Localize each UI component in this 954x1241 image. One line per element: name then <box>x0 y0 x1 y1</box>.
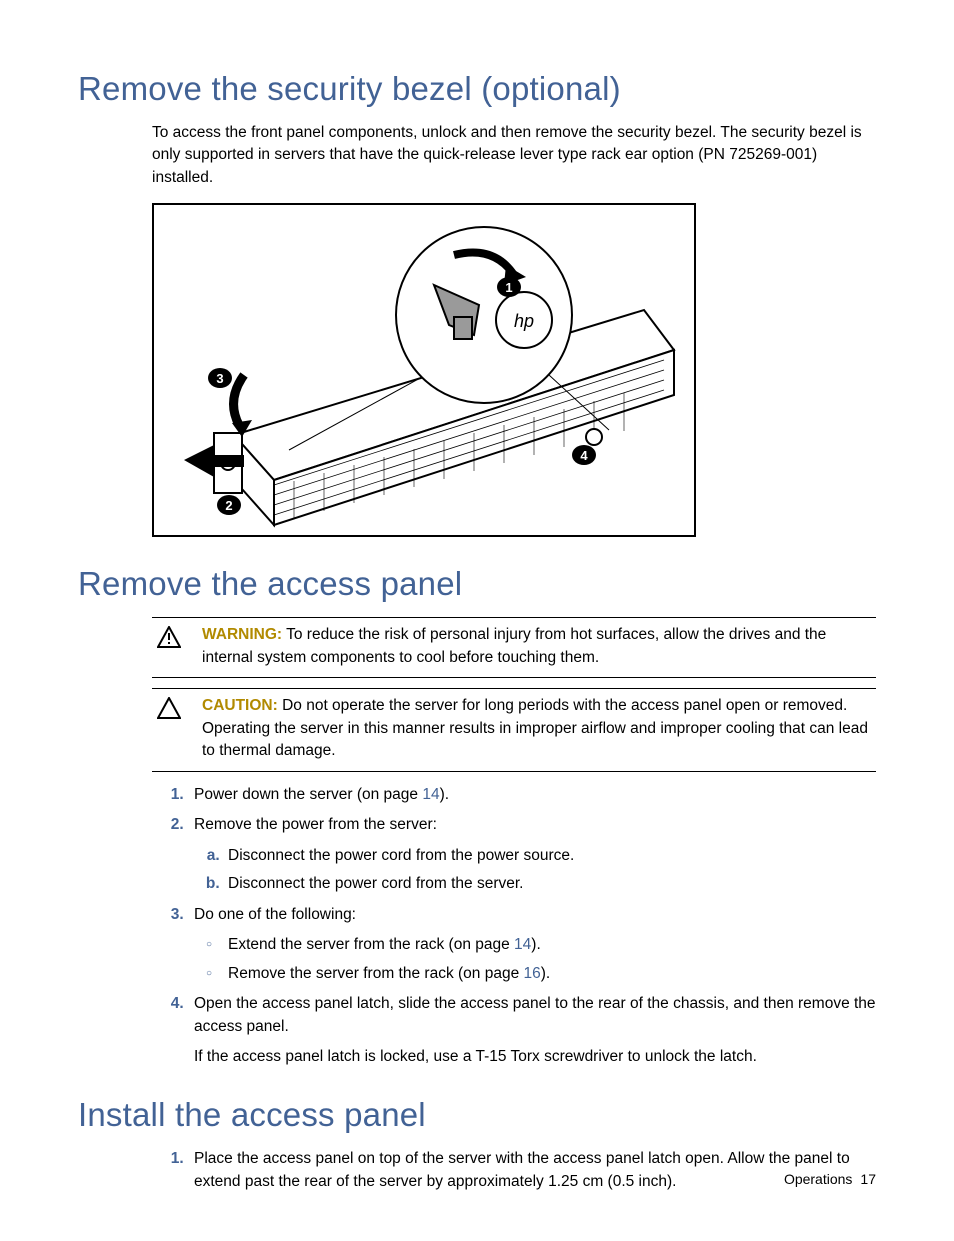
caution-text: CAUTION: Do not operate the server for l… <box>202 695 876 762</box>
step-2b: Disconnect the power cord from the serve… <box>224 873 876 895</box>
footer-page-number: 17 <box>860 1171 876 1187</box>
step-1: Power down the server (on page 14). <box>188 784 876 806</box>
heading-remove-access-panel: Remove the access panel <box>78 565 876 603</box>
document-page: Remove the security bezel (optional) To … <box>0 0 954 1241</box>
svg-text:2: 2 <box>225 498 232 513</box>
substeps-2: Disconnect the power cord from the power… <box>194 845 876 896</box>
page-link-14b[interactable]: 14 <box>514 936 531 953</box>
step-3-opt2: Remove the server from the rack (on page… <box>224 963 876 985</box>
page-link-14a[interactable]: 14 <box>422 786 439 803</box>
step-2a: Disconnect the power cord from the power… <box>224 845 876 867</box>
svg-text:1: 1 <box>505 280 512 295</box>
paragraph-bezel-intro: To access the front panel components, un… <box>152 122 876 189</box>
step-4-note: If the access panel latch is locked, use… <box>194 1046 876 1068</box>
steps-install-access-panel: Place the access panel on top of the ser… <box>152 1148 876 1193</box>
svg-text:4: 4 <box>580 448 588 463</box>
options-3: Extend the server from the rack (on page… <box>194 934 876 985</box>
footer-section: Operations <box>784 1171 852 1187</box>
step-3-opt1: Extend the server from the rack (on page… <box>224 934 876 956</box>
caution-label: CAUTION: <box>202 697 278 714</box>
page-link-16[interactable]: 16 <box>524 965 541 982</box>
caution-icon <box>152 695 186 762</box>
bezel-diagram-svg: hp 1 2 3 <box>154 205 694 535</box>
warning-icon <box>152 624 186 669</box>
page-footer: Operations 17 <box>784 1171 876 1187</box>
step-2: Remove the power from the server: Discon… <box>188 814 876 895</box>
hp-logo-text: hp <box>514 311 534 331</box>
steps-remove-access-panel: Power down the server (on page 14). Remo… <box>152 784 876 1069</box>
install-step-1: Place the access panel on top of the ser… <box>188 1148 876 1193</box>
warning-text: WARNING: To reduce the risk of personal … <box>202 624 876 669</box>
step-3: Do one of the following: Extend the serv… <box>188 904 876 985</box>
callout-1: 1 <box>497 277 521 297</box>
warning-label: WARNING: <box>202 626 282 643</box>
heading-remove-security-bezel: Remove the security bezel (optional) <box>78 70 876 108</box>
step-4: Open the access panel latch, slide the a… <box>188 993 876 1068</box>
figure-security-bezel: hp 1 2 3 <box>152 203 696 537</box>
heading-install-access-panel: Install the access panel <box>78 1096 876 1134</box>
caution-body: Do not operate the server for long perio… <box>202 697 868 759</box>
callout-3: 3 <box>208 368 232 388</box>
callout-4: 4 <box>572 445 596 465</box>
svg-text:3: 3 <box>216 371 223 386</box>
callout-2: 2 <box>217 495 241 515</box>
caution-admonition: CAUTION: Do not operate the server for l… <box>152 688 876 771</box>
warning-admonition: WARNING: To reduce the risk of personal … <box>152 617 876 678</box>
warning-body: To reduce the risk of personal injury fr… <box>202 626 826 665</box>
